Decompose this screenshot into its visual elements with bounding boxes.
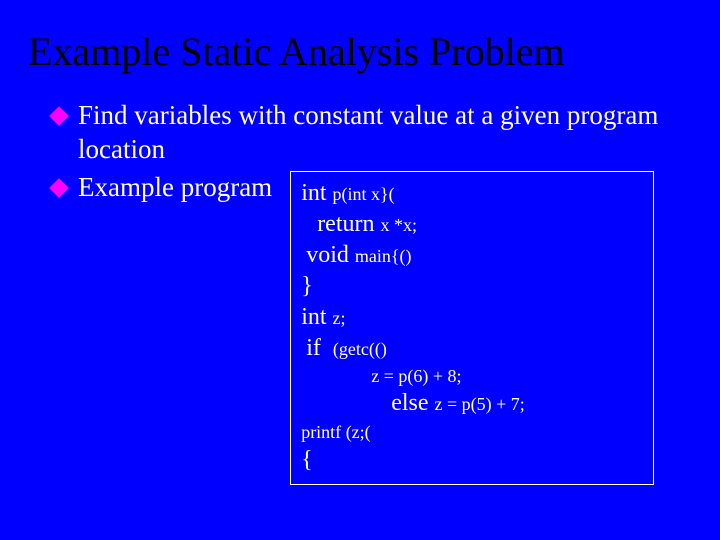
bullet-text: Find variables with constant value at a … xyxy=(78,99,678,167)
slide-content: Find variables with constant value at a … xyxy=(0,75,720,485)
diamond-bullet-icon xyxy=(49,178,69,198)
bullet-text: Example program xyxy=(78,171,272,205)
code-line: void main{() xyxy=(301,240,643,271)
code-line: printf (z;( xyxy=(301,419,643,445)
bullet-item: Find variables with constant value at a … xyxy=(52,99,720,167)
code-line: return x *x; xyxy=(301,209,643,240)
code-line: { xyxy=(301,445,643,476)
code-line: int z; xyxy=(301,302,643,333)
code-line: z = p(6) + 8; xyxy=(301,365,643,388)
code-line: if (getc(() xyxy=(301,333,643,364)
code-line: } xyxy=(301,271,643,302)
code-box: int p(int x}( return x *x; void main{() … xyxy=(290,171,654,486)
bullet-item: Example program xyxy=(52,171,272,205)
diamond-bullet-icon xyxy=(49,106,69,126)
slide-title: Example Static Analysis Problem xyxy=(0,0,720,75)
code-line: int p(int x}( xyxy=(301,178,643,209)
code-line: else z = p(5) + 7; xyxy=(301,388,643,419)
